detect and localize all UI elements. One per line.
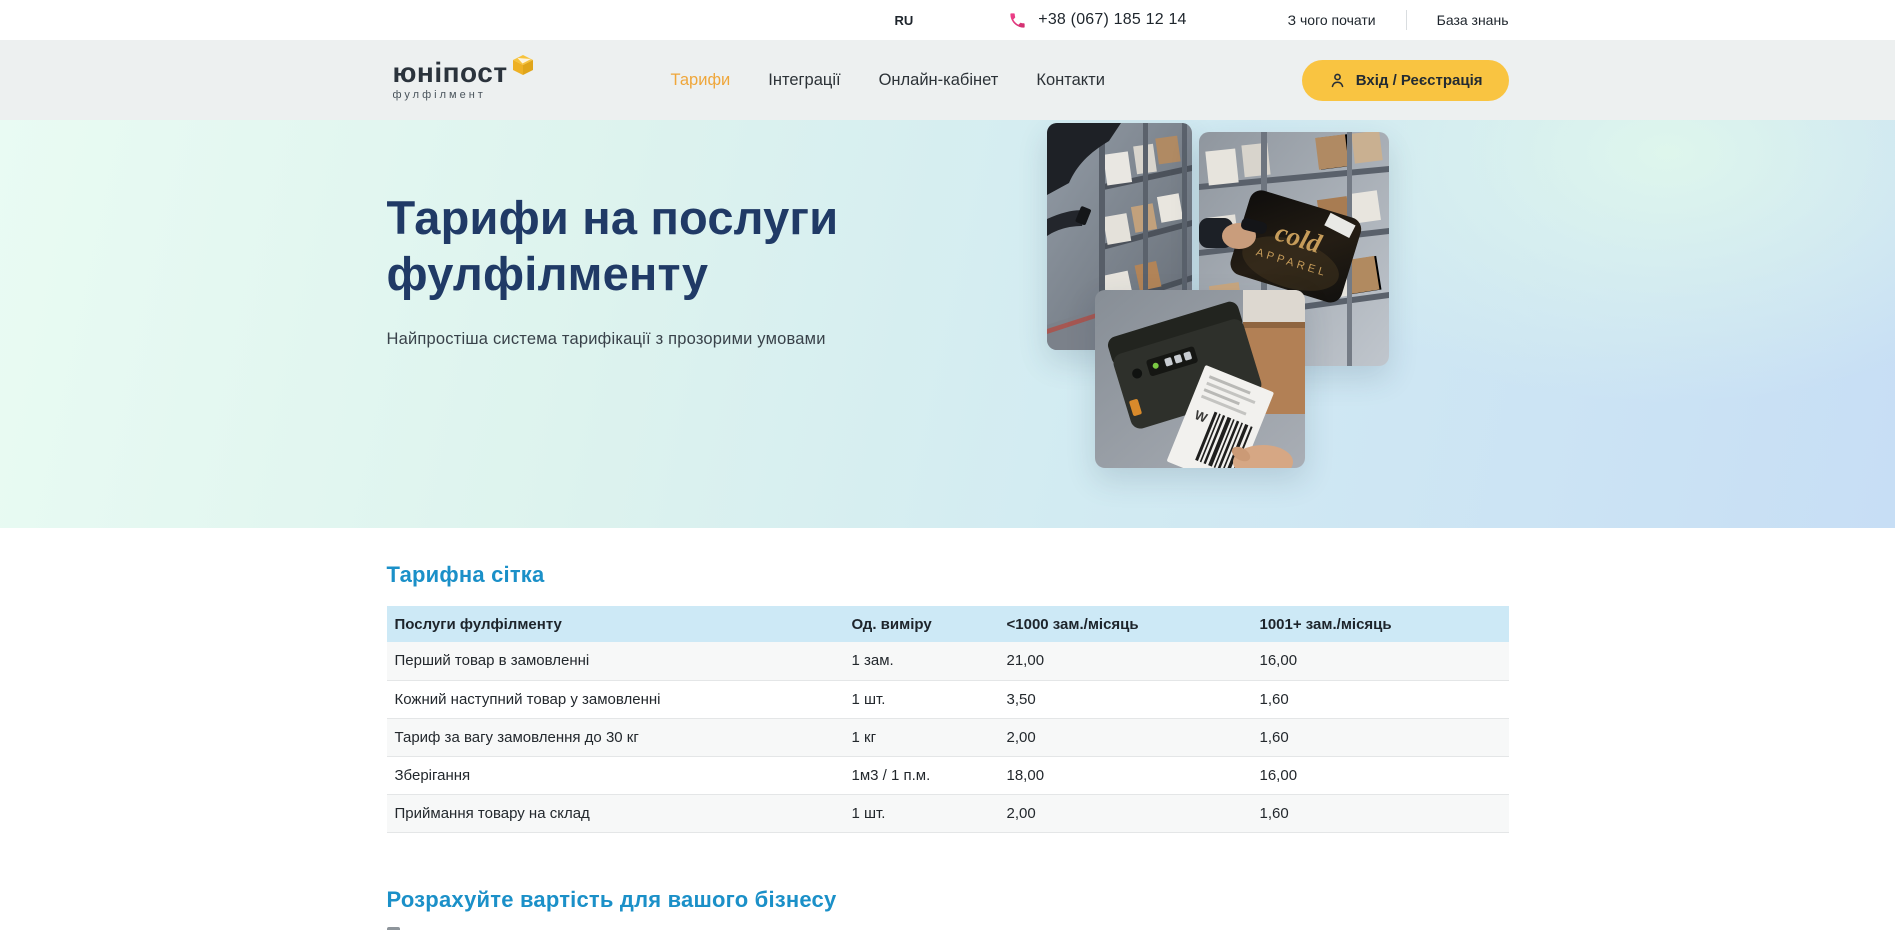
pricing-section: Тарифна сітка Послуги фулфілменту Од. ви… [0,528,1895,930]
cell-service: Кожний наступний товар у замовленні [387,680,844,718]
calculator-heading: Розрахуйте вартість для вашого бізнесу [387,887,1509,913]
column-header-over-1001: 1001+ зам./місяць [1252,606,1509,642]
link-how-to-start[interactable]: З чого почати [1288,12,1376,28]
page-title: Тарифи на послуги фулфілменту [387,120,907,303]
phone-icon [1008,11,1027,30]
pricing-table: Послуги фулфілменту Од. виміру <1000 зам… [387,606,1509,833]
cell-under-1000: 2,00 [999,718,1252,756]
cell-over-1001: 1,60 [1252,794,1509,832]
logo[interactable]: юніпост фулфілмент [387,59,535,101]
cell-service: Тариф за вагу замовлення до 30 кг [387,718,844,756]
cell-under-1000: 21,00 [999,642,1252,680]
cell-over-1001: 1,60 [1252,718,1509,756]
logo-tagline: фулфілмент [393,89,535,101]
cell-unit: 1 зам. [844,642,999,680]
topbar-links: З чого почати База знань [1288,10,1509,30]
phone-number-link[interactable]: +38 (067) 185 12 14 [1038,11,1186,29]
table-row: Тариф за вагу замовлення до 30 кг 1 кг 2… [387,718,1509,756]
cell-under-1000: 3,50 [999,680,1252,718]
nav-item-contacts[interactable]: Контакти [1036,71,1105,90]
pricing-heading: Тарифна сітка [387,562,1509,588]
table-row: Приймання товару на склад 1 шт. 2,00 1,6… [387,794,1509,832]
table-header-row: Послуги фулфілменту Од. виміру <1000 зам… [387,606,1509,642]
cell-unit: 1 кг [844,718,999,756]
cell-service: Зберігання [387,756,844,794]
nav-item-tariffs[interactable]: Тарифи [671,71,731,90]
cell-service: Перший товар в замовленні [387,642,844,680]
cell-service: Приймання товару на склад [387,794,844,832]
logo-cube-icon [511,53,535,77]
logo-name: юніпост [393,59,508,87]
table-row: Зберігання 1м3 / 1 п.м. 18,00 16,00 [387,756,1509,794]
nav-item-integrations[interactable]: Інтеграції [768,71,840,90]
login-register-label: Вхід / Реєстрація [1356,72,1483,89]
site-header: юніпост фулфілмент Тарифи Інтеграції Онл… [0,40,1895,120]
main-nav: Тарифи Інтеграції Онлайн-кабінет Контакт… [671,71,1105,90]
hero-photo-label-printer: W [1095,290,1305,468]
column-header-service: Послуги фулфілменту [387,606,844,642]
nav-item-online-cabinet[interactable]: Онлайн-кабінет [879,71,999,90]
column-header-unit: Од. виміру [844,606,999,642]
table-row: Перший товар в замовленні 1 зам. 21,00 1… [387,642,1509,680]
table-row: Кожний наступний товар у замовленні 1 шт… [387,680,1509,718]
hero-section: Тарифи на послуги фулфілменту Найпростіш… [0,120,1895,528]
topbar: RU +38 (067) 185 12 14 З чого почати Баз… [0,0,1895,40]
cell-over-1001: 16,00 [1252,642,1509,680]
phone-group: +38 (067) 185 12 14 [1008,11,1186,30]
next-section-edge [387,927,400,930]
topbar-divider [1406,10,1407,30]
cell-over-1001: 1,60 [1252,680,1509,718]
user-icon [1328,71,1347,90]
cell-unit: 1 шт. [844,680,999,718]
cell-unit: 1м3 / 1 п.м. [844,756,999,794]
cell-under-1000: 2,00 [999,794,1252,832]
login-register-button[interactable]: Вхід / Реєстрація [1302,60,1509,101]
cell-over-1001: 16,00 [1252,756,1509,794]
cell-unit: 1 шт. [844,794,999,832]
language-switcher[interactable]: RU [895,13,914,28]
column-header-under-1000: <1000 зам./місяць [999,606,1252,642]
link-knowledge-base[interactable]: База знань [1437,12,1509,28]
cell-under-1000: 18,00 [999,756,1252,794]
